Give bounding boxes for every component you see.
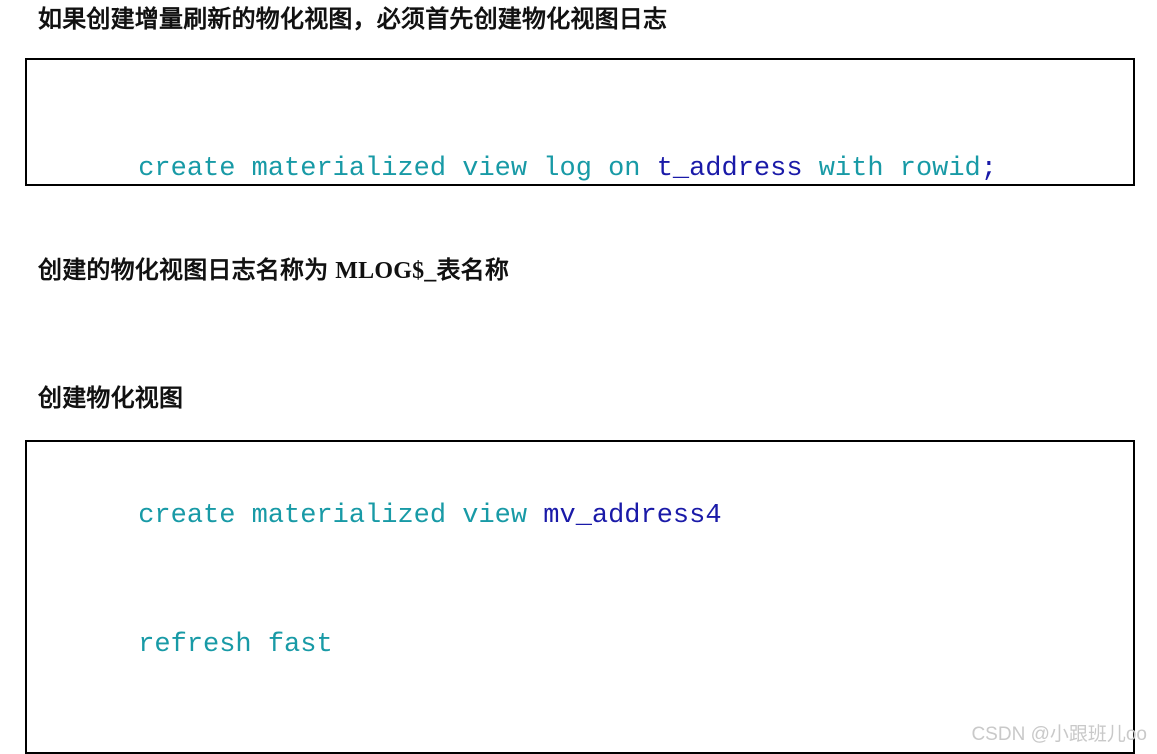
- code-token-keyword: create materialized view log on: [138, 154, 657, 184]
- heading-text-before: 创建的物化视图日志名称为: [38, 257, 336, 284]
- code-token-keyword: refresh fast: [138, 630, 333, 660]
- code-token-keyword: with rowid: [802, 154, 981, 184]
- code-line: refresh fast: [41, 581, 1133, 710]
- heading-mv-log-name-prefix: 创建的物化视图日志名称为 MLOG$_表名称: [38, 257, 509, 286]
- csdn-watermark: CSDN @小跟班儿oo: [971, 724, 1147, 745]
- code-token-keyword: create materialized view: [138, 501, 544, 531]
- code-token-punctuation: ;: [980, 154, 997, 184]
- code-block-create-mv-log: create materialized view log on t_addres…: [25, 58, 1135, 186]
- code-token-identifier: mv_address4: [543, 501, 722, 531]
- code-block-create-mv: create materialized view mv_address4 ref…: [25, 440, 1135, 754]
- heading-incremental-mv-log: 如果创建增量刷新的物化视图，必须首先创建物化视图日志: [38, 6, 668, 33]
- heading-text-after: 表名称: [436, 257, 510, 284]
- document-page: 如果创建增量刷新的物化视图，必须首先创建物化视图日志 create materi…: [0, 0, 1157, 754]
- code-token-identifier: t_address: [656, 154, 803, 184]
- code-line: create materialized view mv_address4: [41, 452, 1133, 581]
- heading-create-mv: 创建物化视图: [38, 385, 184, 412]
- code-line: as: [41, 710, 1133, 752]
- code-line: create materialized view log on t_addres…: [41, 82, 1133, 184]
- heading-text-latin: MLOG$_: [335, 258, 437, 284]
